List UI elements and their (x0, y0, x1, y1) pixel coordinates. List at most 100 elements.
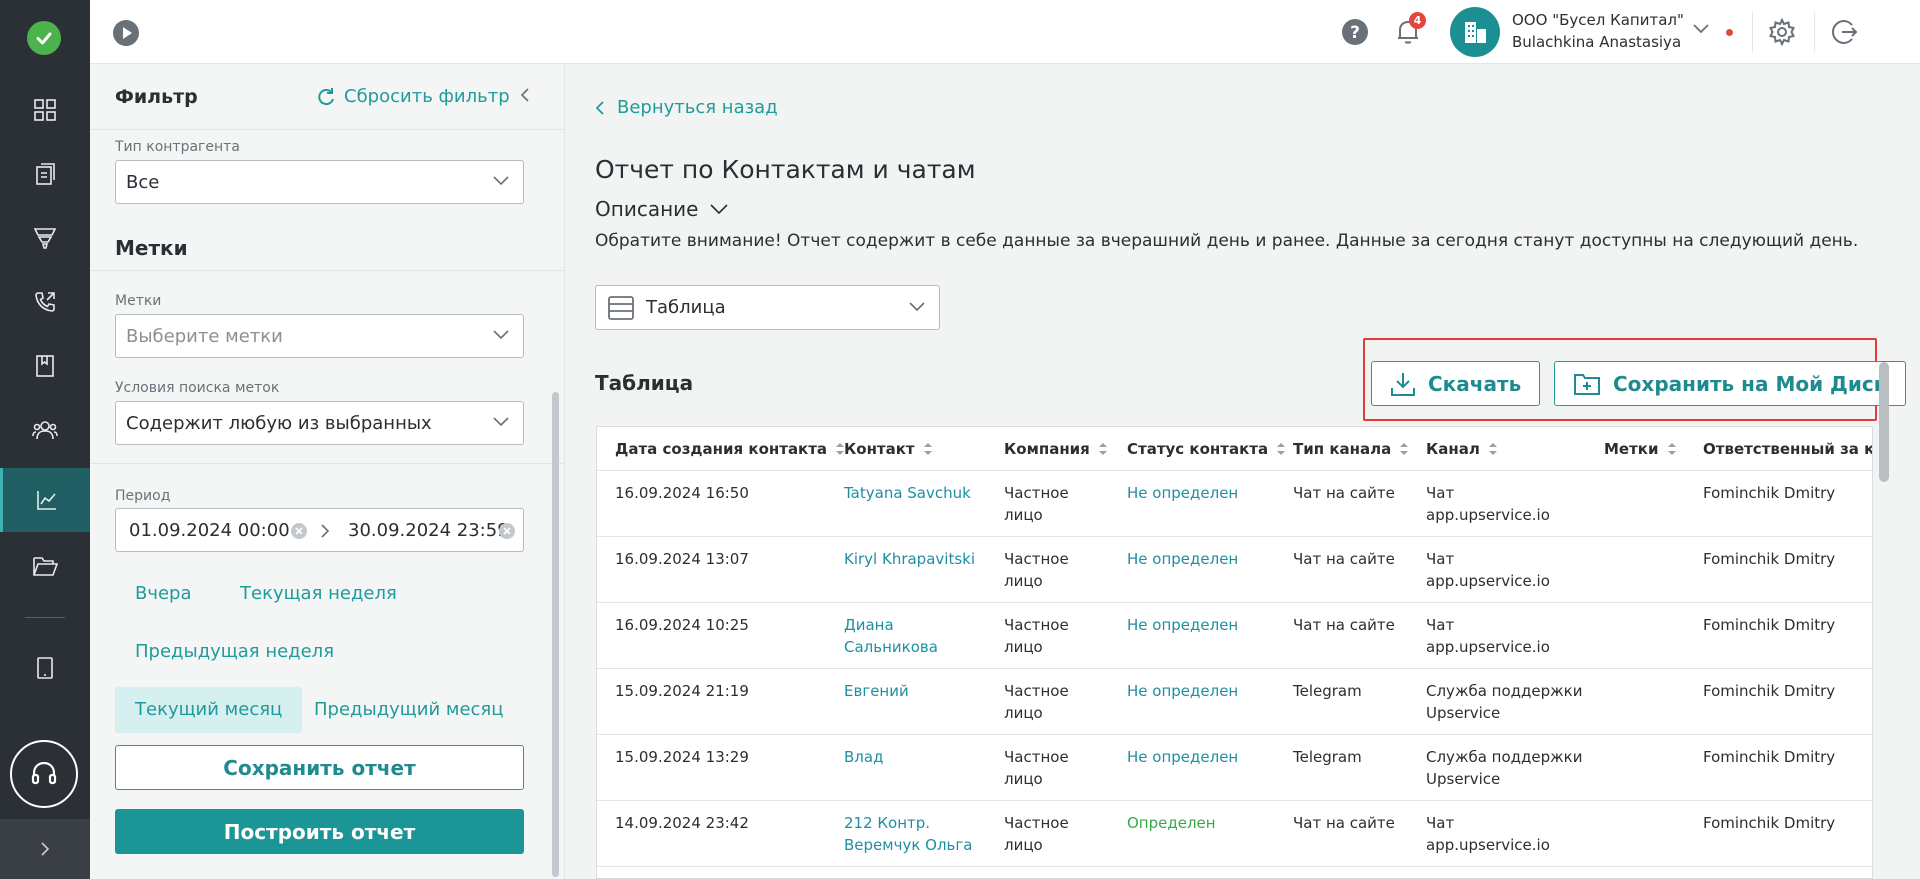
cell-status: Не определен (1127, 484, 1239, 502)
cell-channel-type: Чат на сайте (1293, 616, 1395, 634)
company-line: Частное (1004, 550, 1069, 568)
cell-contact[interactable]: Евгений (844, 680, 909, 702)
cell-company: Частное лицо (1004, 482, 1069, 526)
collapse-filter-button[interactable] (520, 87, 530, 103)
table-row[interactable]: 14.09.2024 23:42 212 Контр. Веремчук Ольг… (597, 801, 1872, 867)
main-scrollbar[interactable] (1879, 362, 1889, 482)
chevron-left-icon (595, 100, 604, 115)
save-report-button[interactable]: Сохранить отчет (115, 745, 524, 790)
filter-panel: Фильтр Сбросить фильтр Тип контрагента В… (90, 64, 565, 879)
clear-period-to-button[interactable] (499, 523, 515, 539)
quick-period-this-week[interactable]: Текущая неделя (220, 571, 417, 617)
reports-chart-icon (36, 491, 56, 510)
table-row[interactable]: 16.09.2024 16:50 Tatyana Savchuk Частное… (597, 471, 1872, 537)
column-header-label: Статус контакта (1127, 440, 1269, 458)
table-row[interactable]: 16.09.2024 13:07 Kiryl Khrapavitski Част… (597, 537, 1872, 603)
back-link[interactable]: Вернуться назад (595, 97, 778, 118)
counterparty-type-select[interactable]: Все (115, 160, 524, 204)
cell-channel-type: Telegram (1293, 748, 1362, 766)
cell-company: Частное лицо (1004, 812, 1069, 856)
filter-scrollbar[interactable] (552, 392, 559, 877)
cell-contact[interactable]: Влад (844, 746, 883, 768)
app-logo[interactable] (27, 21, 61, 55)
cell-company: Частное лицо (1004, 680, 1069, 724)
column-header-responsible[interactable]: Ответственный за кон (1703, 440, 1872, 458)
column-header-tags[interactable]: Метки (1604, 440, 1677, 458)
column-header-company[interactable]: Компания (1004, 440, 1108, 458)
build-report-button[interactable]: Построить отчет (115, 809, 524, 854)
table-row[interactable]: 16.09.2024 10:25 Диана Сальникова Частное… (597, 603, 1872, 669)
refresh-icon (318, 87, 334, 105)
notification-count-badge: 4 (1409, 12, 1426, 29)
quick-period-prev-month[interactable]: Предыдущий месяц (294, 687, 524, 733)
column-header-contact[interactable]: Контакт (844, 440, 933, 458)
chevron-down-icon (1693, 24, 1709, 34)
support-button[interactable] (10, 740, 78, 808)
account-info[interactable]: ООО "Бусел Капитал" Bulachkina Anastasiy… (1512, 9, 1684, 53)
cell-channel: Чат app.upservice.io (1426, 812, 1550, 856)
period-label: Период (115, 488, 171, 504)
column-header-contact-status[interactable]: Статус контакта (1127, 440, 1286, 458)
nav-knowledge-base[interactable] (0, 334, 90, 398)
cell-company: Частное лицо (1004, 614, 1069, 658)
nav-reports[interactable] (0, 468, 90, 532)
user-name: Bulachkina Anastasiya (1512, 33, 1682, 51)
sort-icon (1400, 443, 1409, 455)
tag-conditions-select[interactable]: Содержит любую из выбранных (115, 401, 524, 445)
funnel-icon (33, 228, 57, 249)
cell-date: 16.09.2024 16:50 (615, 484, 749, 502)
cell-responsible: Fominchik Dmitry (1703, 616, 1836, 634)
column-header-channel-type[interactable]: Тип канала (1293, 440, 1409, 458)
logout-button[interactable] (1830, 18, 1858, 46)
nav-calls[interactable] (0, 270, 90, 334)
cell-contact[interactable]: Kiryl Khrapavitski (844, 548, 975, 570)
play-icon (113, 20, 139, 46)
settings-button[interactable] (1768, 18, 1796, 46)
cell-contact[interactable]: Tatyana Savchuk (844, 482, 971, 504)
cell-contact[interactable]: Диана Сальникова (844, 614, 938, 658)
download-button[interactable]: Скачать (1371, 361, 1541, 406)
column-header-created-date[interactable]: Дата создания контакта (615, 440, 845, 458)
nav-funnel[interactable] (0, 206, 90, 270)
cell-status: Не определен (1127, 616, 1239, 634)
contact-name-line: Влад (844, 748, 884, 766)
reset-filter-button[interactable]: Сбросить фильтр (316, 86, 510, 107)
nav-dashboard[interactable] (0, 78, 90, 142)
checkmark-icon (36, 32, 52, 45)
nav-files[interactable] (0, 534, 90, 598)
period-range-picker[interactable]: 01.09.2024 00:00 30.09.2024 23:59 (115, 508, 524, 552)
play-button[interactable] (112, 19, 140, 47)
help-button[interactable]: ? (1341, 18, 1369, 46)
tags-select[interactable]: Выберите метки (115, 314, 524, 358)
view-mode-select[interactable]: Таблица (595, 285, 940, 330)
quick-period-yesterday[interactable]: Вчера (115, 571, 212, 617)
description-toggle[interactable]: Описание (595, 197, 729, 221)
table-section-title: Таблица (595, 371, 694, 395)
help-icon: ? (1342, 19, 1368, 45)
download-label: Скачать (1428, 371, 1522, 396)
view-mode-value: Таблица (646, 297, 726, 318)
clear-period-from-button[interactable] (291, 523, 307, 539)
column-header-channel[interactable]: Канал (1426, 440, 1498, 458)
account-dropdown-button[interactable] (1693, 24, 1709, 34)
expand-sidebar-button[interactable] (0, 819, 90, 879)
section-divider (90, 270, 564, 271)
table-row[interactable]: 15.09.2024 13:29 Влад Частное лицо Не опр… (597, 735, 1872, 801)
quick-period-this-month[interactable]: Текущий месяц (115, 687, 303, 733)
chevron-down-icon (909, 302, 925, 312)
cell-contact[interactable]: 212 Контр. Веремчук Ольга (844, 812, 972, 856)
contacts-icon (32, 421, 58, 440)
quick-period-prev-week[interactable]: Предыдущая неделя (115, 629, 354, 675)
column-header-label: Дата создания контакта (615, 440, 828, 458)
nav-mobile[interactable] (0, 636, 90, 700)
channel-line: Upservice (1426, 770, 1501, 788)
company-line: лицо (1004, 506, 1043, 524)
period-from-input[interactable]: 01.09.2024 00:00 (129, 520, 290, 541)
table-row[interactable]: 15.09.2024 21:19 Евгений Частное лицо Не … (597, 669, 1872, 735)
column-header-label: Контакт (844, 440, 915, 458)
company-avatar[interactable] (1450, 7, 1500, 57)
save-to-disk-button[interactable]: Сохранить на Мой Диск (1554, 361, 1907, 406)
period-to-input[interactable]: 30.09.2024 23:59 (348, 520, 509, 541)
nav-documents[interactable] (0, 142, 90, 206)
nav-contacts[interactable] (0, 398, 90, 462)
